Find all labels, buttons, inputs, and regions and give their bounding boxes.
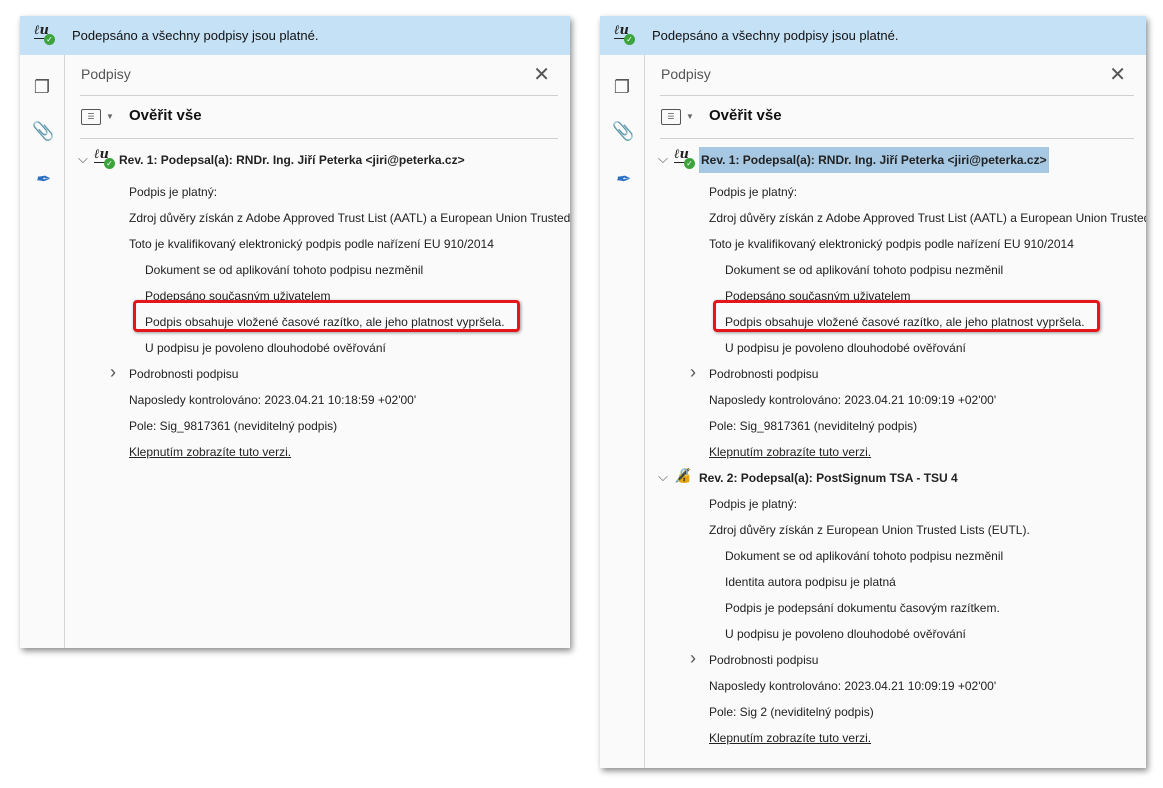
view-version-link[interactable]: Klepnutím zobrazíte tuto verzi. [709, 731, 871, 745]
chevron-down-icon[interactable]: ▼ [686, 112, 694, 121]
status-line: Naposledy kontrolováno: 2023.04.21 10:09… [709, 393, 997, 407]
chevron-right-icon[interactable]: › [110, 362, 116, 383]
status-line: Pole: Sig_9817361 (neviditelný podpis) [709, 419, 918, 433]
pages-icon[interactable]: ❐ [32, 77, 52, 97]
status-line: Zdroj důvěry získán z European Union Tru… [709, 523, 1030, 537]
close-button[interactable]: ✕ [1109, 62, 1126, 87]
status-line: Dokument se od aplikování tohoto podpisu… [725, 549, 1004, 563]
status-line: Podpis je podepsání dokumentu časovým ra… [725, 601, 1000, 615]
left-toolbar: ❐ 📎 ✒ [20, 55, 65, 648]
status-line: Naposledy kontrolováno: 2023.04.21 10:09… [709, 679, 997, 693]
revision-header[interactable]: Rev. 1: Podepsal(a): RNDr. Ing. Jiří Pet… [699, 147, 1049, 173]
signature-valid-icon: ℓu ✓ [674, 148, 696, 169]
status-line: Zdroj důvěry získán z Adobe Approved Tru… [709, 211, 1146, 225]
left-toolbar: ❐ 📎 ✒ [600, 55, 645, 768]
view-version-link[interactable]: Klepnutím zobrazíte tuto verzi. [709, 445, 871, 459]
revision-header[interactable]: Rev. 1: Podepsal(a): RNDr. Ing. Jiří Pet… [119, 153, 465, 167]
signature-valid-icon: ℓu ✓ [614, 24, 636, 45]
status-line: Podpis je platný: [709, 497, 798, 511]
divider [660, 95, 1134, 96]
chevron-down-icon[interactable]: ⌵ [658, 469, 668, 485]
divider [80, 95, 558, 96]
options-menu-icon[interactable]: ☰ [661, 109, 681, 125]
highlight-box [713, 300, 1100, 332]
view-version-link[interactable]: Klepnutím zobrazíte tuto verzi. [129, 445, 291, 459]
signature-details-expander[interactable]: Podrobnosti podpisu [709, 367, 818, 381]
chevron-down-icon[interactable]: ⌵ [658, 151, 668, 167]
status-line: Dokument se od aplikování tohoto podpisu… [725, 263, 1004, 277]
signature-valid-icon: ℓu ✓ [94, 148, 116, 169]
status-line: Zdroj důvěry získán z Adobe Approved Tru… [129, 211, 570, 225]
signature-details-expander[interactable]: Podrobnosti podpisu [709, 653, 818, 667]
divider [80, 138, 558, 139]
status-line: Podpis je platný: [129, 185, 218, 199]
banner-text: Podepsáno a všechny podpisy jsou platné. [72, 28, 319, 43]
check-badge-icon: ✓ [684, 158, 695, 169]
status-line: Toto je kvalifikovaný elektronický podpi… [709, 237, 1074, 251]
revision-header[interactable]: Rev. 2: Podepsal(a): PostSignum TSA - TS… [699, 471, 958, 485]
attachment-icon[interactable]: 📎 [612, 121, 634, 141]
verify-all-button[interactable]: Ověřit vše [709, 107, 782, 124]
timestamp-valid-icon: 🔏 [674, 467, 692, 483]
status-banner: ℓu ✓ Podepsáno a všechny podpisy jsou plat… [20, 16, 570, 55]
signature-valid-icon: ℓu ✓ [34, 24, 56, 45]
status-line: U podpisu je povoleno dlouhodobé ověřová… [145, 341, 386, 355]
status-line: U podpisu je povoleno dlouhodobé ověřová… [725, 627, 966, 641]
status-line: Dokument se od aplikování tohoto podpisu… [145, 263, 424, 277]
status-line: Podpis je platný: [709, 185, 798, 199]
signatures-panel-left: ℓu ✓ Podepsáno a všechny podpisy jsou plat… [20, 16, 570, 648]
attachment-icon[interactable]: 📎 [32, 121, 54, 141]
options-menu-icon[interactable]: ☰ [81, 109, 101, 125]
highlight-box [133, 300, 520, 332]
status-line: Naposledy kontrolováno: 2023.04.21 10:18… [129, 393, 417, 407]
panel-title: Podpisy [661, 66, 711, 82]
status-line: Toto je kvalifikovaný elektronický podpi… [129, 237, 494, 251]
check-badge-icon: ✓ [104, 158, 115, 169]
chevron-down-icon[interactable]: ▼ [106, 112, 114, 121]
status-line: Pole: Sig 2 (neviditelný podpis) [709, 705, 874, 719]
verify-all-button[interactable]: Ověřit vše [129, 107, 202, 124]
signature-details-expander[interactable]: Podrobnosti podpisu [129, 367, 238, 381]
chevron-right-icon[interactable]: › [690, 648, 696, 669]
chevron-right-icon[interactable]: › [690, 362, 696, 383]
status-line: Identita autora podpisu je platná [725, 575, 896, 589]
signatures-icon[interactable]: ✒ [32, 169, 52, 189]
signatures-panel-right: ℓu ✓ Podepsáno a všechny podpisy jsou plat… [600, 16, 1146, 768]
check-badge-icon: ✓ [44, 34, 55, 45]
status-line: Pole: Sig_9817361 (neviditelný podpis) [129, 419, 338, 433]
divider [660, 138, 1134, 139]
banner-text: Podepsáno a všechny podpisy jsou platné. [652, 28, 899, 43]
signatures-icon[interactable]: ✒ [612, 169, 632, 189]
close-button[interactable]: ✕ [533, 62, 550, 87]
check-badge-icon: ✓ [624, 34, 635, 45]
chevron-down-icon[interactable]: ⌵ [78, 151, 88, 167]
status-banner: ℓu ✓ Podepsáno a všechny podpisy jsou plat… [600, 16, 1146, 55]
panel-title: Podpisy [81, 66, 131, 82]
pages-icon[interactable]: ❐ [612, 77, 632, 97]
status-line: U podpisu je povoleno dlouhodobé ověřová… [725, 341, 966, 355]
